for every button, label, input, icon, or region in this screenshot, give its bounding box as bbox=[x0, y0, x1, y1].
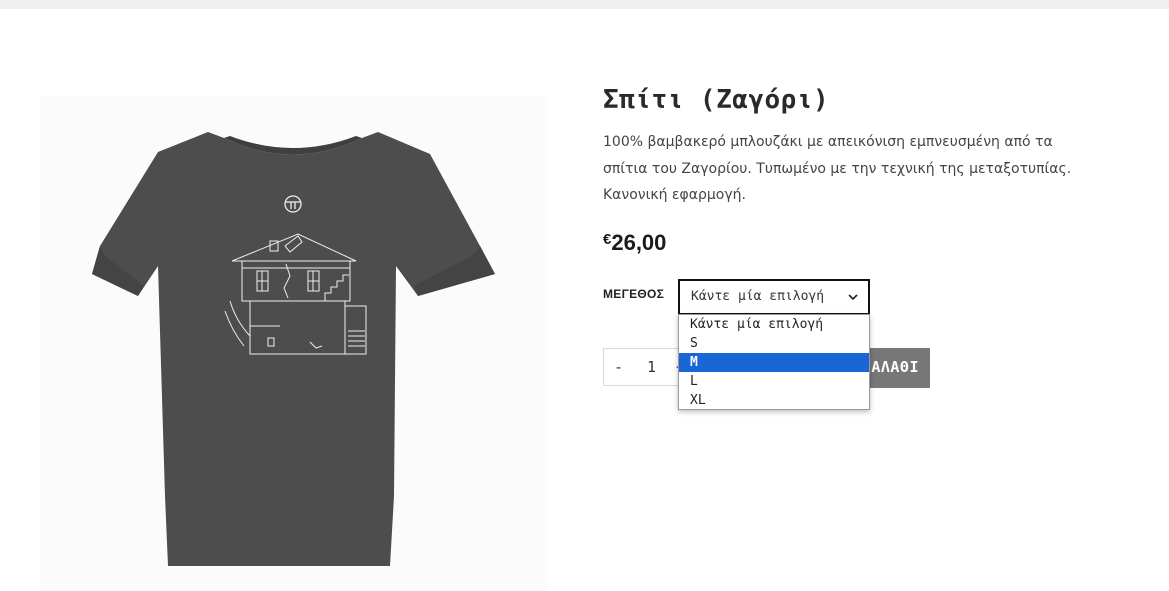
quantity-minus-button[interactable]: - bbox=[614, 358, 623, 376]
product-price: €26,00 bbox=[603, 230, 666, 256]
size-option-l[interactable]: L bbox=[679, 372, 869, 391]
chevron-down-icon bbox=[848, 294, 858, 301]
product-description: 100% βαμβακερό μπλουζάκι με απεικόνιση ε… bbox=[603, 134, 1072, 203]
price-value: 26,00 bbox=[611, 230, 667, 255]
size-option-default[interactable]: Κάντε μία επιλογή bbox=[679, 315, 869, 334]
size-label: ΜΕΓΕΘΟΣ bbox=[603, 287, 665, 301]
product-title: Σπίτι (Ζαγόρι) bbox=[603, 85, 830, 115]
size-option-m[interactable]: M bbox=[679, 353, 869, 372]
product-summary: Σπίτι (Ζαγόρι) 100% βαμβακερό μπλουζάκι … bbox=[603, 84, 1073, 209]
size-select-value: Κάντε μία επιλογή bbox=[691, 289, 825, 304]
size-select[interactable]: Κάντε μία επιλογή bbox=[678, 279, 870, 315]
size-option-s[interactable]: S bbox=[679, 334, 869, 353]
quantity-input[interactable]: 1 bbox=[647, 358, 656, 376]
size-option-xl[interactable]: XL bbox=[679, 391, 869, 410]
size-dropdown-list[interactable]: Κάντε μία επιλογή S M L XL bbox=[678, 314, 870, 410]
tshirt-image bbox=[92, 132, 495, 566]
product-image[interactable] bbox=[40, 96, 548, 591]
top-bar bbox=[0, 0, 1169, 9]
